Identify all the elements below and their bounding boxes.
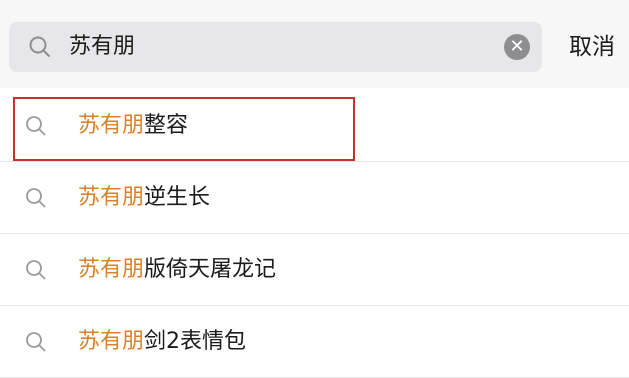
suggestion-text: 苏有朋版倚天屠龙记 [78, 234, 276, 306]
search-icon [26, 260, 46, 280]
annotation-box [13, 97, 355, 161]
suggestion-item[interactable]: 苏有朋版倚天屠龙记 [0, 234, 629, 306]
search-header: 苏有朋 ✕ 取消 [0, 0, 629, 88]
suggestion-item[interactable]: 苏有朋逆生长 [0, 162, 629, 234]
suggestion-item[interactable]: 苏有朋剑2表情包 [0, 306, 629, 378]
clear-icon[interactable]: ✕ [504, 34, 530, 60]
search-query-text: 苏有朋 [69, 34, 136, 59]
suggestion-rest: 版倚天屠龙记 [144, 257, 277, 282]
suggestion-highlight: 苏有朋 [78, 329, 145, 354]
suggestion-text: 苏有朋逆生长 [78, 162, 210, 234]
cancel-button[interactable]: 取消 [569, 22, 615, 72]
suggestion-text: 苏有朋剑2表情包 [78, 306, 246, 378]
search-input[interactable]: 苏有朋 ✕ [9, 22, 542, 72]
search-icon [26, 188, 46, 208]
search-icon [26, 332, 46, 352]
suggestion-highlight: 苏有朋 [78, 185, 145, 210]
suggestion-rest: 逆生长 [144, 185, 211, 210]
suggestion-highlight: 苏有朋 [78, 257, 145, 282]
suggestion-rest: 剑2表情包 [144, 329, 247, 354]
search-icon [29, 36, 50, 57]
